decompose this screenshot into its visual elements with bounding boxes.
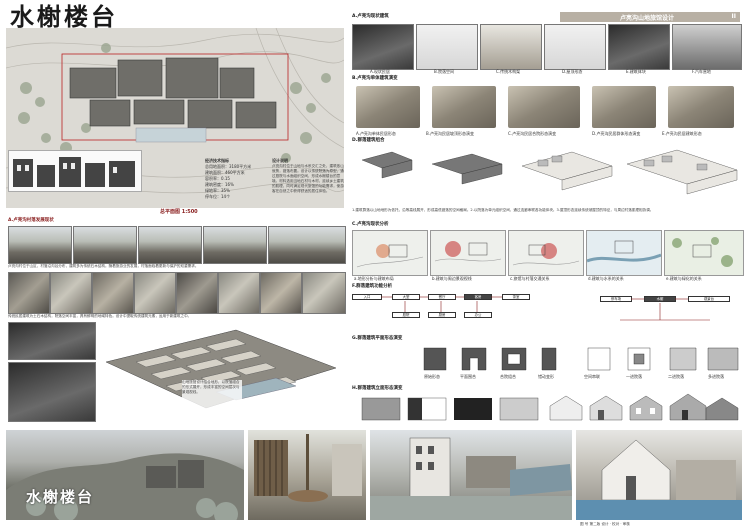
- g-label-1: 原始形态: [424, 374, 440, 379]
- analysis-map-2: [430, 230, 506, 276]
- village-photo-5: [268, 226, 346, 264]
- evolution-caption-3: C.卢亮沟民居合院形态演变: [508, 131, 557, 136]
- analysis-map-4: [586, 230, 662, 276]
- g-label-5: 空间串联: [584, 374, 600, 379]
- evolution-caption-1: A.卢亮沟单体民居形态: [356, 131, 396, 136]
- evolution-caption-4: D.卢亮沟民居群体形态演变: [592, 131, 641, 136]
- header-a: A.卢亮沟现状建筑: [352, 14, 389, 19]
- ref-caption-5: E.建筑体块: [626, 69, 646, 74]
- building-photo-7: [260, 272, 302, 314]
- scale-label: 总平面图 1:500: [160, 209, 198, 215]
- evolution-caption-5: E.卢亮沟民居建筑形态: [662, 131, 702, 136]
- indicators-title: 经济技术指标: [205, 158, 229, 163]
- banner-text: 卢亮沟山地旅馆设计: [620, 15, 675, 22]
- analysis-map-3: [508, 230, 584, 276]
- c-caption-2: b.建筑与周边景观视线: [432, 276, 472, 281]
- building-photo-2: [50, 272, 92, 314]
- ref-caption-3: C.传统木构架: [496, 69, 521, 74]
- building-photo-1: [8, 272, 50, 314]
- village-photo-4: [203, 226, 267, 264]
- left-text-1: 卢亮沟村位于山区，村落沿沟谷分布，建筑多为传统石木结构。随着旅游业的发展，村落面…: [8, 264, 199, 268]
- indicator-1: 总用地面积：3180平方米: [205, 164, 252, 169]
- left-text-3: 山地旅馆设计结合地形，以院落组合的形式展开，形成丰富的空间层次与景观视线。: [182, 380, 242, 410]
- page-number: II: [731, 13, 736, 20]
- village-photo-3: [138, 226, 202, 264]
- g-label-3: 合院组合: [500, 374, 516, 379]
- indicators-panel: 经济技术指标 总用地面积：3180平方米 建筑面积：460平方米 容积率：0.1…: [205, 158, 271, 208]
- header-d: D.群落建筑组合: [352, 138, 385, 143]
- building-photo-6: [218, 272, 260, 314]
- concept-text: 卢亮沟村位于山地与水系交汇之处，建筑依山就势，错落布置。设计以传统院落为原型，通…: [272, 164, 344, 193]
- aerial-render-2: [8, 362, 96, 422]
- left-header-1: A.卢亮沟村落发展现状: [8, 218, 54, 223]
- g-label-4: 错动变形: [538, 374, 554, 379]
- bottom-render-2: [248, 430, 366, 520]
- c-caption-1: a.地形分析与建筑布局: [354, 276, 394, 281]
- d-text: 1.建筑群落以山地地形为依托，沿等高线展开，形成高低错落的空间格局。2.以院落为…: [352, 208, 654, 212]
- building-photo-5: [176, 272, 218, 314]
- bottom-render-3: [370, 430, 572, 520]
- evolution-model-5: [668, 86, 734, 128]
- building-photo-8: [302, 272, 346, 314]
- c-caption-4: d.建筑与水系的关系: [588, 276, 624, 281]
- indicator-5: 绿地率：35%: [205, 188, 230, 193]
- group-diagrams: [352, 146, 742, 206]
- indicator-2: 建筑面积：460平方米: [205, 170, 245, 175]
- indicator-3: 容积率：0.15: [205, 176, 230, 181]
- c-caption-3: c.旅馆与村落交通关系: [510, 276, 550, 281]
- function-diagram-right: 停车场 水榭 观景台: [600, 292, 742, 332]
- plan-forms: 原始形态 平面围合 合院组合 错动变形 空间串联 一进院落 二进院落 多进院落: [352, 344, 742, 384]
- bottom-render-4: [576, 430, 742, 520]
- concept-panel: 设计说明 卢亮沟村位于山地与水系交汇之处，建筑依山就势，错落布置。设计以传统院落…: [272, 158, 344, 210]
- ref-photo-3: [480, 24, 542, 70]
- g-label-8: 多进院落: [708, 374, 724, 379]
- building-photo-3: [92, 272, 134, 314]
- ref-photo-2: [416, 24, 478, 70]
- evolution-model-2: [432, 86, 496, 128]
- concept-title: 设计说明: [272, 158, 288, 163]
- evolution-caption-2: B.卢亮沟民居坡顶形态演变: [426, 131, 475, 136]
- c-caption-5: e.建筑与绿化的关系: [666, 276, 702, 281]
- ref-photo-4: [544, 24, 606, 70]
- aerial-render-1: [8, 322, 96, 360]
- left-text-2: 传统民居建筑为土石木结构，院落空间丰富，具有鲜明的地域特色。设计中提取传统建筑元…: [8, 314, 192, 318]
- ref-caption-6: F.汽车营地: [692, 69, 711, 74]
- ref-photo-1: [352, 24, 414, 70]
- g-label-6: 一进院落: [626, 374, 642, 379]
- evolution-model-1: [356, 86, 420, 128]
- header-g: G.群落建筑平面形态演变: [352, 336, 403, 341]
- building-photo-4: [134, 272, 176, 314]
- village-photo-1: [8, 226, 72, 264]
- elevation-forms: [352, 392, 742, 424]
- function-diagram-left: 入口 大堂 餐厅 客房 茶室 庭院 厨房 办公: [352, 292, 552, 332]
- g-label-2: 平面围合: [460, 374, 476, 379]
- footer-info: 图 号 第二版 设计 · 校对 · 审核: [580, 522, 630, 526]
- ref-caption-2: B.院落空间: [434, 69, 455, 74]
- header-f: F.群落建筑功能分析: [352, 284, 393, 289]
- ref-caption-1: A.现状民居: [370, 69, 390, 74]
- indicator-4: 建筑密度：16%: [205, 182, 234, 187]
- header-b: B.卢亮沟单体建筑演变: [352, 76, 398, 81]
- section-drawing: [8, 150, 142, 192]
- indicator-6: 停车位：14个: [205, 194, 231, 199]
- g-label-7: 二进院落: [668, 374, 684, 379]
- evolution-model-4: [592, 86, 656, 128]
- village-photo-2: [73, 226, 137, 264]
- ref-photo-5: [608, 24, 670, 70]
- ref-photo-6: [672, 24, 742, 70]
- header-c: C.卢亮沟现状分析: [352, 222, 389, 227]
- evolution-model-3: [508, 86, 580, 128]
- header-banner: 卢亮沟山地旅馆设计 II: [560, 12, 740, 22]
- bottom-render-1: 水榭楼台: [6, 430, 244, 520]
- analysis-map-1: [352, 230, 428, 276]
- bottom-sign: 水榭楼台: [26, 488, 95, 506]
- analysis-map-5: [664, 230, 744, 276]
- ref-caption-4: D.屋顶形态: [562, 69, 583, 74]
